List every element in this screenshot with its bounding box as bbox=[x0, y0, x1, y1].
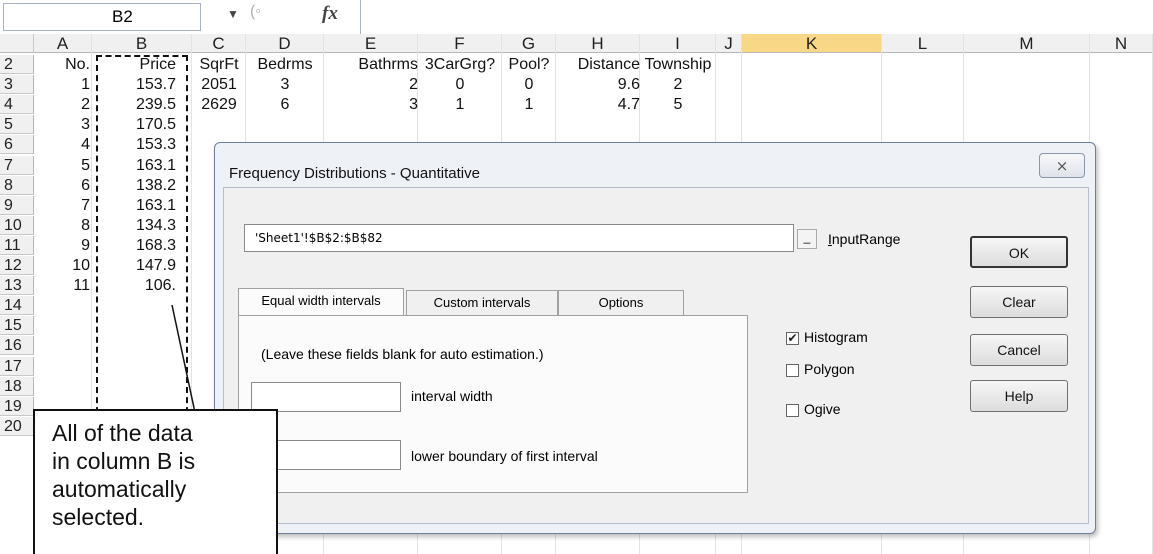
polygon-label: Polygon bbox=[804, 361, 855, 377]
range-select-button[interactable]: _ bbox=[797, 229, 817, 249]
dialog-body: 'Sheet1'!$B$2:$B$82 _ InputRange Equal w… bbox=[223, 187, 1089, 524]
lower-boundary-label: lower boundary of first interval bbox=[411, 448, 598, 464]
input-range-label: InputRange bbox=[828, 231, 901, 247]
callout-line: All of the data bbox=[52, 420, 193, 446]
annotation-callout: All of the data in column B is automatic… bbox=[33, 409, 278, 554]
ok-button[interactable]: OK bbox=[970, 236, 1068, 268]
dialog-title: Frequency Distributions - Quantitative bbox=[229, 165, 480, 182]
tab-label: Options bbox=[598, 295, 644, 310]
frequency-distributions-dialog: Frequency Distributions - Quantitative ⨯… bbox=[214, 142, 1096, 534]
input-range-field[interactable]: 'Sheet1'!$B$2:$B$82 bbox=[244, 224, 794, 252]
close-icon[interactable]: ⨯ bbox=[1039, 153, 1085, 178]
histogram-checkbox[interactable]: ✔ bbox=[786, 332, 799, 345]
help-button[interactable]: Help bbox=[970, 380, 1068, 412]
callout-line: automatically bbox=[52, 476, 187, 502]
callout-line: selected. bbox=[52, 504, 145, 530]
interval-width-input[interactable] bbox=[251, 382, 401, 412]
tab-options[interactable]: Options bbox=[558, 290, 684, 316]
tab-label: Equal width intervals bbox=[261, 293, 381, 308]
callout-line: in column B is bbox=[52, 448, 196, 474]
cancel-button[interactable]: Cancel bbox=[970, 334, 1068, 366]
ogive-label: Ogive bbox=[804, 401, 841, 417]
ogive-checkbox[interactable] bbox=[786, 404, 799, 417]
histogram-label: Histogram bbox=[804, 329, 868, 345]
clear-button[interactable]: Clear bbox=[970, 286, 1068, 318]
interval-width-label: interval width bbox=[411, 388, 493, 404]
polygon-checkbox[interactable] bbox=[786, 364, 799, 377]
tab-custom-intervals[interactable]: Custom intervals bbox=[406, 290, 558, 316]
auto-estimation-hint: (Leave these fields blank for auto estim… bbox=[261, 346, 544, 362]
equal-width-tab-panel: (Leave these fields blank for auto estim… bbox=[238, 315, 748, 493]
tab-label: Custom intervals bbox=[433, 295, 531, 310]
tab-equal-width-intervals[interactable]: Equal width intervals bbox=[238, 288, 404, 316]
